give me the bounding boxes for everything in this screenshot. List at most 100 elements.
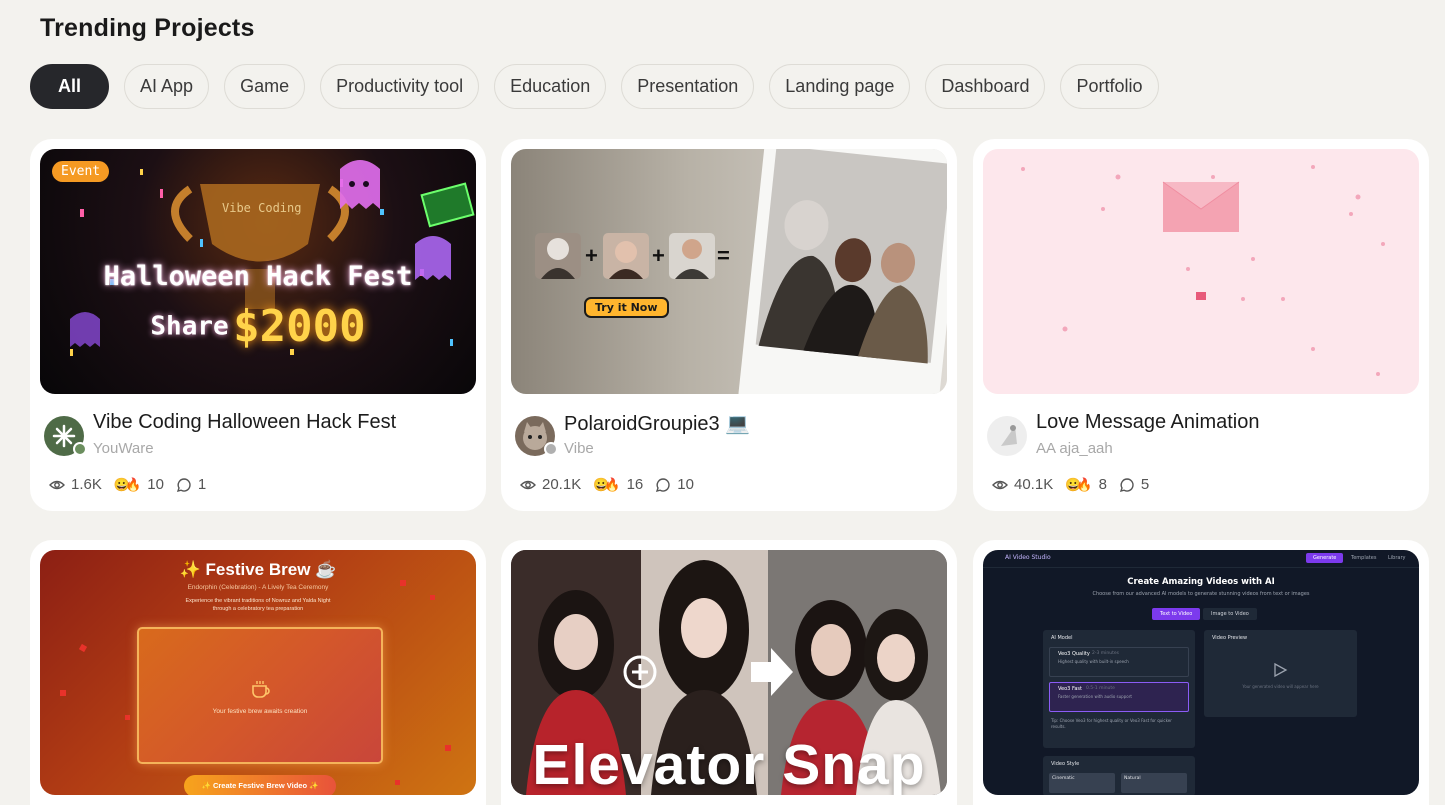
app-header: AI Video Studio Generate Templates Libra… (983, 550, 1419, 568)
event-badge: Event (52, 161, 110, 182)
filter-chip-landing-page[interactable]: Landing page (769, 64, 911, 109)
play-icon[interactable] (1272, 662, 1288, 678)
love-envelope-artwork (1021, 165, 1385, 376)
festive-subheading: Endorphin (Celebration) - A Lively Tea C… (187, 584, 329, 591)
prize-share-label: Share (150, 311, 229, 342)
model-option-veo3-quality[interactable]: Veo3 Quality 2-3 minutes Highest quality… (1049, 647, 1189, 677)
tab-text-to-video[interactable]: Text to Video (1152, 608, 1201, 620)
plus-sign: + (585, 243, 598, 268)
model-option-veo3-fast[interactable]: Veo3 Fast 0.5-1 minute Faster generation… (1049, 682, 1189, 712)
project-thumbnail[interactable]: AI Video Studio Generate Templates Libra… (983, 550, 1419, 795)
filter-chip-all[interactable]: All (30, 64, 110, 109)
reaction-emoji-icon[interactable]: 😀🔥 (114, 477, 141, 493)
studio-subheading: Choose from our advanced AI models to ge… (1092, 591, 1310, 597)
model-description: Faster generation with audio support (1058, 694, 1132, 699)
comment-count: 5 (1140, 476, 1150, 493)
video-placeholder-panel: Your festive brew awaits creation (137, 627, 383, 764)
model-tip: Tip: Choose Veo3 for highest quality or … (1051, 718, 1172, 729)
view-count: 40.1K (1014, 476, 1054, 493)
create-video-button[interactable]: ✨ Create Festive Brew Video ✨ (184, 775, 336, 795)
project-thumbnail[interactable]: + + = Try it Now (511, 149, 947, 394)
event-headline: Halloween Hack Fest (103, 261, 413, 292)
filter-chip-dashboard[interactable]: Dashboard (925, 64, 1046, 109)
plus-sign: + (652, 243, 665, 268)
nav-templates[interactable]: Templates (1351, 555, 1376, 561)
comment-count: 10 (677, 476, 694, 493)
project-card[interactable]: Love Message Animation AA aja_aah 40.1K … (973, 139, 1429, 511)
eye-icon (49, 480, 65, 489)
polaroid-artwork (535, 149, 947, 394)
festive-heading: ✨ Festive Brew ☕ (179, 560, 337, 579)
style-title: Video Style (1051, 761, 1080, 767)
filter-chip-ai-app[interactable]: AI App (124, 64, 210, 109)
reaction-emoji-icon[interactable]: 😀🔥 (1065, 477, 1092, 493)
project-stats: 1.6K 😀🔥 10 1 (49, 476, 218, 493)
video-preview-panel: Video Preview Your generated video will … (1204, 630, 1357, 717)
preview-title: Video Preview (1212, 635, 1248, 641)
project-thumbnail[interactable] (983, 149, 1419, 394)
comment-icon[interactable] (1119, 477, 1135, 493)
project-card[interactable]: Event Vibe Coding Halloween Hack Fest Sh… (30, 139, 486, 511)
project-stats: 40.1K 😀🔥 8 5 (992, 476, 1161, 493)
reaction-count: 8 (1098, 476, 1107, 493)
project-card[interactable]: + + = Try it Now PolaroidGroupie3 💻 Vibe… (501, 139, 957, 511)
ai-model-title: AI Model (1051, 635, 1073, 641)
project-author[interactable]: Vibe (564, 440, 594, 457)
festive-description: Experience the vibrant traditions of Now… (185, 598, 331, 612)
filter-chip-education[interactable]: Education (494, 64, 607, 109)
project-title[interactable]: PolaroidGroupie3 💻 (564, 411, 750, 436)
style-natural[interactable]: Natural (1121, 773, 1187, 793)
nav-library[interactable]: Library (1388, 555, 1405, 561)
prize-line: Share $2000 (40, 301, 476, 352)
model-name: Veo3 Fast (1058, 686, 1082, 692)
reaction-count: 10 (147, 476, 164, 493)
reaction-emoji-icon[interactable]: 😀🔥 (593, 477, 620, 493)
studio-heading: Create Amazing Videos with AI (1127, 577, 1275, 587)
level-badge-icon (544, 442, 558, 456)
coffee-cup-icon (252, 681, 270, 698)
model-description: Highest quality with built-in speech (1058, 659, 1129, 664)
project-stats: 20.1K 😀🔥 16 10 (520, 476, 706, 493)
project-thumbnail[interactable]: ✨ Festive Brew ☕ Endorphin (Celebration)… (40, 550, 476, 795)
page-title: Trending Projects (40, 14, 255, 42)
model-time: 2-3 minutes (1092, 651, 1119, 656)
project-thumbnail[interactable]: Elevator Snap (511, 550, 947, 795)
trophy-label: Vibe Coding (222, 201, 302, 215)
comment-icon[interactable] (655, 477, 671, 493)
avatar[interactable] (987, 416, 1027, 456)
project-card[interactable]: ✨ Festive Brew ☕ Endorphin (Celebration)… (30, 540, 486, 805)
project-title[interactable]: Vibe Coding Halloween Hack Fest (93, 411, 396, 434)
filter-chip-portfolio[interactable]: Portfolio (1060, 64, 1159, 109)
thumbnail-caption: Elevator Snap (532, 733, 926, 795)
empty-state-text: Your festive brew awaits creation (212, 708, 308, 715)
filter-chip-game[interactable]: Game (224, 64, 306, 109)
filter-chip-presentation[interactable]: Presentation (621, 64, 755, 109)
view-count: 1.6K (71, 476, 102, 493)
tab-image-to-video[interactable]: Image to Video (1203, 608, 1257, 620)
comment-icon[interactable] (176, 477, 192, 493)
project-thumbnail[interactable]: Event Vibe Coding Halloween Hack Fest Sh… (40, 149, 476, 394)
filter-chip-productivity-tool[interactable]: Productivity tool (320, 64, 480, 109)
preview-placeholder: Your generated video will appear here (1242, 684, 1319, 689)
project-card[interactable]: AI Video Studio Generate Templates Libra… (973, 540, 1429, 805)
project-author[interactable]: AA aja_aah (1036, 440, 1113, 457)
prize-amount: $2000 (233, 301, 366, 352)
view-count: 20.1K (542, 476, 582, 493)
project-card[interactable]: Elevator Snap (501, 540, 957, 805)
style-cinematic[interactable]: Cinematic (1049, 773, 1115, 793)
try-it-now-button[interactable]: Try it Now (584, 297, 669, 318)
category-filter-bar: All AI App Game Productivity tool Educat… (30, 64, 1159, 109)
ai-model-panel: AI Model Veo3 Quality 2-3 minutes Highes… (1043, 630, 1195, 748)
model-time: 0.5-1 minute (1086, 686, 1115, 691)
reaction-count: 16 (626, 476, 644, 493)
model-name: Veo3 Quality (1058, 651, 1090, 657)
verified-badge-icon (73, 442, 87, 456)
nav-generate[interactable]: Generate (1306, 553, 1344, 563)
equals-sign: = (717, 243, 730, 268)
project-author[interactable]: YouWare (93, 440, 154, 457)
eye-icon (520, 480, 536, 489)
comment-count: 1 (197, 476, 207, 493)
project-title[interactable]: Love Message Animation (1036, 411, 1259, 434)
video-style-panel: Video Style Cinematic Natural (1043, 756, 1195, 795)
eye-icon (992, 480, 1008, 489)
